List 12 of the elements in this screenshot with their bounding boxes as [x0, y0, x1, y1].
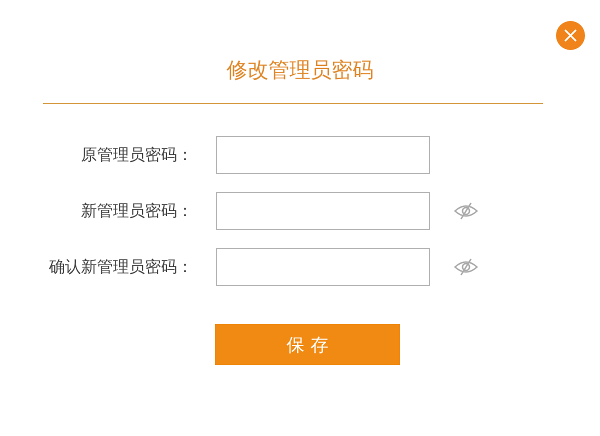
field-label: 原管理员密码： [81, 144, 193, 166]
eye-hidden-icon[interactable] [453, 201, 479, 221]
password-field[interactable] [216, 136, 430, 174]
eye-hidden-icon[interactable] [453, 257, 479, 277]
close-button[interactable] [556, 21, 585, 50]
save-button[interactable]: 保 存 [215, 324, 400, 365]
dialog-title: 修改管理员密码 [226, 57, 374, 84]
close-icon [564, 29, 577, 42]
field-label: 新管理员密码： [81, 200, 193, 222]
password-field[interactable] [216, 248, 430, 286]
password-field[interactable] [216, 192, 430, 230]
field-label: 确认新管理员密码： [49, 256, 193, 278]
